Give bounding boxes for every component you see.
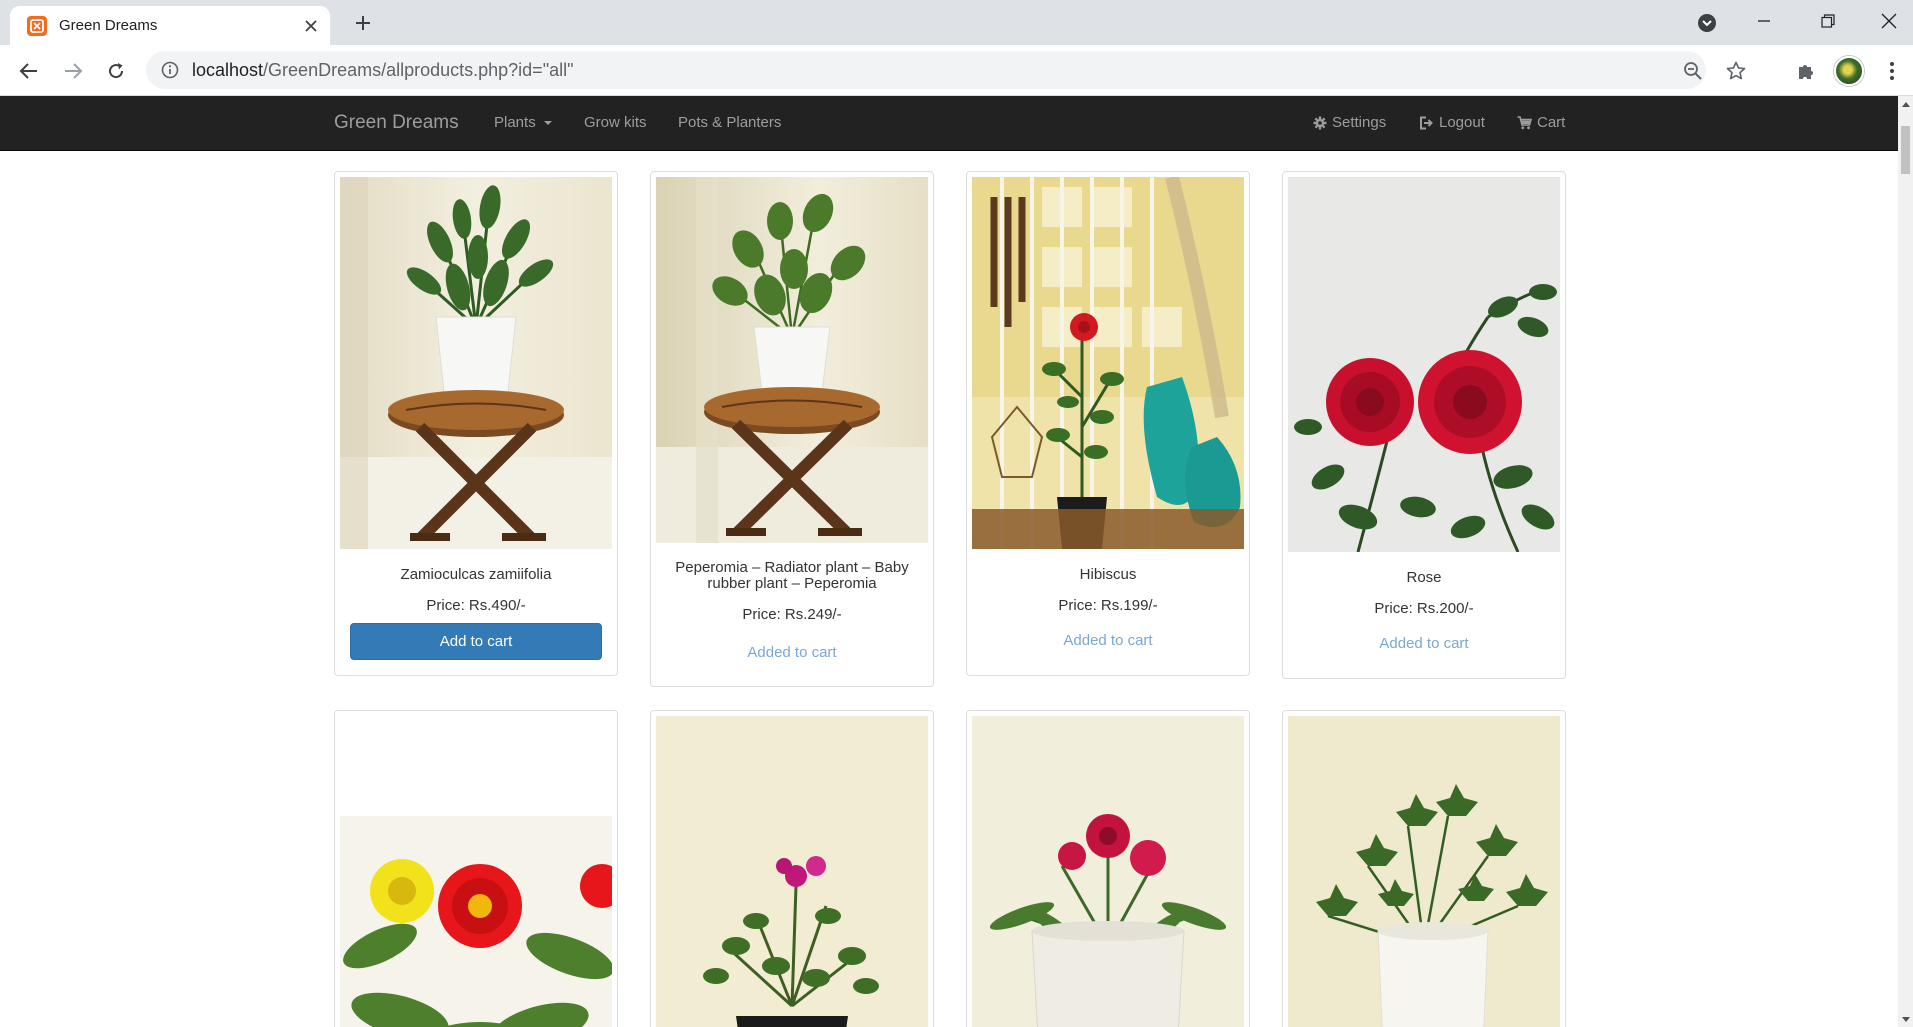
product-image[interactable] xyxy=(1288,716,1560,1027)
product-card xyxy=(1282,710,1566,1027)
product-image[interactable] xyxy=(1288,177,1560,552)
gear-icon xyxy=(1313,116,1327,129)
nav-pots-planters-label: Pots & Planters xyxy=(678,114,782,131)
product-price: Price: Rs.490/- xyxy=(426,597,526,614)
nav-settings-label: Settings xyxy=(1332,114,1387,131)
product-card: Hibiscus Price: Rs.199/- Added to cart xyxy=(966,171,1250,676)
new-tab-plus-icon[interactable] xyxy=(350,10,376,36)
added-to-cart-link[interactable]: Added to cart xyxy=(661,644,923,661)
browser-tabstrip: Green Dreams xyxy=(0,0,1913,45)
forward-arrow-icon[interactable] xyxy=(59,57,87,85)
nav-grow-kits[interactable]: Grow kits xyxy=(584,114,647,131)
product-name: Hibiscus xyxy=(1079,566,1137,583)
profile-avatar[interactable] xyxy=(1834,56,1864,86)
minimize-window-icon[interactable] xyxy=(1741,6,1787,36)
product-image[interactable] xyxy=(340,716,612,1027)
tab-search-icon[interactable] xyxy=(1694,10,1720,36)
url-path: /GreenDreams/allproducts.php?id="all" xyxy=(263,60,574,80)
product-card: Rose Price: Rs.200/- Added to cart xyxy=(1282,171,1566,679)
close-tab-icon[interactable] xyxy=(300,15,322,37)
product-name: Rose xyxy=(1406,569,1442,586)
scroll-down-arrow-icon[interactable] xyxy=(1898,1012,1913,1027)
scrollbar-thumb[interactable] xyxy=(1901,126,1910,174)
brand-link[interactable]: Green Dreams xyxy=(334,112,459,134)
product-card xyxy=(650,710,934,1027)
scroll-up-arrow-icon[interactable] xyxy=(1898,96,1913,111)
browser-menu-icon[interactable] xyxy=(1878,57,1906,85)
address-bar[interactable]: localhost/GreenDreams/allproducts.php?id… xyxy=(146,51,1746,89)
close-window-icon[interactable] xyxy=(1866,6,1912,36)
url-host: localhost xyxy=(192,60,264,80)
product-price: Price: Rs.249/- xyxy=(742,606,842,623)
site-favicon-icon xyxy=(27,16,47,36)
nav-plants-dropdown[interactable]: Plants xyxy=(494,114,552,131)
nav-grow-kits-label: Grow kits xyxy=(584,114,647,131)
add-to-cart-button[interactable]: Add to cart xyxy=(350,623,602,660)
added-to-cart-link[interactable]: Added to cart xyxy=(977,632,1239,649)
product-price: Price: Rs.200/- xyxy=(1374,600,1474,617)
nav-cart[interactable]: Cart xyxy=(1517,114,1565,131)
site-navbar: Green Dreams Plants Grow kits Pots & Pla… xyxy=(0,96,1898,151)
cart-icon xyxy=(1517,115,1532,129)
nav-cart-label: Cart xyxy=(1537,114,1566,131)
page-viewport: Green Dreams Plants Grow kits Pots & Pla… xyxy=(0,96,1898,1027)
product-image[interactable] xyxy=(656,716,928,1027)
bookmark-star-icon[interactable] xyxy=(1724,59,1748,83)
zoom-icon[interactable] xyxy=(1681,59,1705,83)
nav-pots-planters[interactable]: Pots & Planters xyxy=(678,114,781,131)
product-name: Peperomia – Radiator plant – Baby rubber… xyxy=(675,559,909,592)
product-image[interactable] xyxy=(972,716,1244,1027)
product-name: Zamioculcas zamiifolia xyxy=(400,566,552,583)
nav-logout-label: Logout xyxy=(1439,114,1485,131)
added-to-cart-link[interactable]: Added to cart xyxy=(1293,635,1555,652)
site-info-icon[interactable] xyxy=(160,60,180,80)
restore-window-icon[interactable] xyxy=(1805,6,1851,36)
product-image[interactable] xyxy=(656,177,928,543)
nav-plants-label: Plants xyxy=(494,114,536,131)
product-card: Zamioculcas zamiifolia Price: Rs.490/- A… xyxy=(334,171,618,676)
tab-title: Green Dreams xyxy=(59,17,158,34)
page-scrollbar[interactable] xyxy=(1898,96,1913,1027)
browser-toolbar: localhost/GreenDreams/allproducts.php?id… xyxy=(0,45,1913,96)
reload-icon[interactable] xyxy=(102,57,130,85)
product-card xyxy=(966,710,1250,1027)
product-price: Price: Rs.199/- xyxy=(1058,597,1158,614)
product-image[interactable] xyxy=(972,177,1244,549)
nav-logout[interactable]: Logout xyxy=(1419,114,1485,131)
product-card xyxy=(334,710,618,1027)
url-text[interactable]: localhost/GreenDreams/allproducts.php?id… xyxy=(192,60,574,81)
product-image[interactable] xyxy=(340,177,612,549)
product-card: Peperomia – Radiator plant – Baby rubber… xyxy=(650,171,934,687)
logout-icon xyxy=(1420,116,1433,129)
browser-tab[interactable]: Green Dreams xyxy=(10,6,330,45)
nav-settings[interactable]: Settings xyxy=(1313,114,1386,131)
extensions-puzzle-icon[interactable] xyxy=(1792,57,1820,85)
caret-down-icon xyxy=(543,120,552,125)
back-arrow-icon[interactable] xyxy=(15,57,43,85)
